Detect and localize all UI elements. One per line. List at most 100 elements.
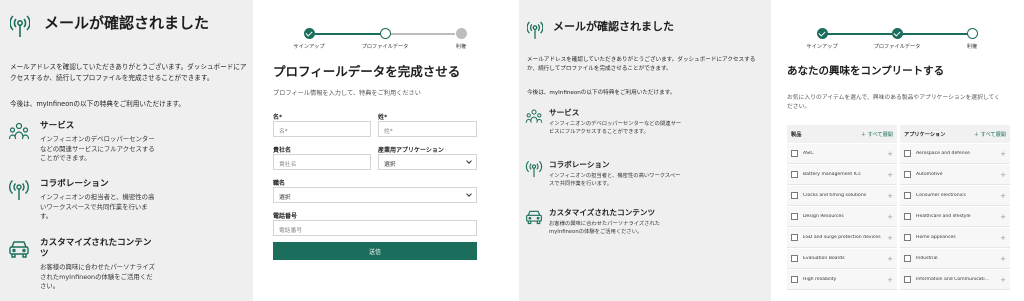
plus-icon[interactable]: + (1000, 192, 1006, 200)
plus-icon[interactable]: + (1000, 255, 1006, 263)
plus-icon[interactable]: + (887, 150, 893, 158)
benefits-column: メールが確認されました メールアドレスを確認していただきありがとうございます。ダ… (0, 0, 252, 301)
checkbox[interactable] (904, 150, 911, 157)
checkbox[interactable] (791, 276, 798, 283)
item-label: ESD and surge protection devices (803, 235, 881, 240)
step-label: プロファイルデータ (361, 44, 409, 50)
plus-icon[interactable]: + (887, 255, 893, 263)
product-item[interactable]: High reliability + (787, 270, 897, 290)
checkbox[interactable] (904, 234, 911, 241)
step-label: サインアップ (806, 44, 838, 50)
checkbox[interactable] (791, 234, 798, 241)
expand-all-applications-button[interactable]: ＋ すべて展開 (974, 131, 1006, 138)
people-icon (525, 109, 543, 123)
checkbox[interactable] (791, 213, 798, 220)
application-item[interactable]: Automotive + (900, 165, 1010, 185)
feature-desc: インフィニオンのデベロッパーセンターなどの関連サービスにフルアクセスすることがで… (40, 135, 155, 162)
item-label: Automotive (916, 172, 943, 177)
application-select-value: 選択 (384, 162, 396, 168)
people-icon (8, 122, 30, 140)
checkbox[interactable] (791, 171, 798, 178)
chevron-down-icon (466, 158, 472, 164)
plus-icon[interactable]: + (887, 171, 893, 179)
step-label: プロファイルデータ (873, 44, 921, 50)
last-name-input[interactable]: 姓* (378, 121, 477, 137)
phone-input[interactable]: 電話番号 (273, 220, 477, 236)
product-item[interactable]: Clocks and timing solutions + (787, 186, 897, 206)
checkbox[interactable] (904, 255, 911, 262)
item-label: Aerospace and defense (916, 151, 970, 156)
step-interests-current (967, 28, 978, 39)
submit-button[interactable]: 送信 (273, 242, 477, 260)
checkbox[interactable] (791, 255, 798, 262)
plus-icon[interactable]: + (1000, 234, 1006, 242)
product-item[interactable]: ESD and surge protection devices + (787, 228, 897, 248)
interests-title: あなたの興味をコンプリートする (787, 65, 945, 77)
application-item[interactable]: Aerospace and defense + (900, 144, 1010, 164)
company-input[interactable]: 貴社名 (273, 154, 371, 170)
interests-card: サインアップ プロファイルデータ 利権 あなたの興味をコンプリートする お気に入… (771, 0, 1024, 301)
plus-icon[interactable]: + (887, 276, 893, 284)
checkbox[interactable] (904, 276, 911, 283)
plus-icon[interactable]: + (1000, 276, 1006, 284)
checkbox[interactable] (904, 192, 911, 199)
company-label: 貴社名 (273, 147, 292, 154)
products-column: 製品 ＋ すべて展開 ASIC + Battery management ICs + C… (787, 125, 897, 290)
product-item[interactable]: Battery management ICs + (787, 165, 897, 185)
item-label: Industrial (916, 256, 938, 261)
feature-desc: お客様の興味に合わせたパーソナライズされたmyInfineonの体験をご活用くだ… (549, 221, 661, 235)
antenna-icon (10, 15, 30, 37)
car-icon (526, 210, 542, 225)
item-label: Evaluation Boards (803, 256, 845, 261)
item-label: Design Resources (803, 214, 844, 219)
step-signup-done (304, 28, 315, 39)
feature-custom-content: カスタマイズされたコンテンツ お客様の興味に合わせたパーソナライズされたmyIn… (525, 208, 685, 236)
item-label: Information and Communicati... (916, 277, 990, 282)
plus-icon[interactable]: + (1000, 150, 1006, 158)
plus-icon[interactable]: + (887, 234, 893, 242)
application-item[interactable]: Industrial + (900, 249, 1010, 269)
page-title: メールが確認されました (44, 14, 210, 32)
feature-desc: インフィニオンの担当者と、機密性の高いワークスペースで共同作業を行います。 (549, 173, 681, 187)
step-profile-done (892, 28, 903, 39)
checkbox[interactable] (904, 171, 911, 178)
profile-form-screen: メールが確認されました メールアドレスを確認していただきありがとうございます。ダ… (0, 0, 505, 301)
item-label: High reliability (803, 277, 837, 282)
page-title: メールが確認されました (553, 20, 674, 33)
products-header: 製品 ＋ すべて展開 (787, 125, 897, 143)
step-connector (385, 33, 455, 35)
plus-icon[interactable]: + (1000, 213, 1006, 221)
plus-icon[interactable]: + (887, 192, 893, 200)
application-item[interactable]: Consumer electronics + (900, 186, 1010, 206)
expand-all-products-button[interactable]: ＋ すべて展開 (861, 131, 893, 138)
application-item[interactable]: Information and Communicati... + (900, 270, 1010, 290)
item-label: Healthcare and lifestyle (916, 214, 971, 219)
plus-icon[interactable]: + (887, 213, 893, 221)
item-label: Battery management ICs (803, 172, 861, 177)
confirmation-header: メールが確認されました (10, 14, 244, 38)
product-item[interactable]: Evaluation Boards + (787, 249, 897, 269)
application-select[interactable]: 選択 (378, 154, 477, 170)
plus-icon[interactable]: + (1000, 171, 1006, 179)
item-label: Clocks and timing solutions (803, 193, 867, 198)
feature-name: コラボレーション (549, 160, 610, 169)
check-icon (305, 28, 313, 37)
product-item[interactable]: ASIC + (787, 144, 897, 164)
job-select[interactable]: 選択 (273, 187, 477, 203)
confirmation-header: メールが確認されました (527, 20, 763, 40)
step-signup-done (817, 28, 828, 39)
checkbox[interactable] (791, 192, 798, 199)
product-item[interactable]: Design Resources + (787, 207, 897, 227)
step-label: 利権 (966, 44, 978, 50)
check-icon (893, 28, 901, 37)
intro-text: メールアドレスを確認していただきありがとうございます。ダッシュボードにアクセスす… (10, 63, 247, 82)
feature-name: コラボレーション (40, 179, 109, 189)
application-item[interactable]: Home appliances + (900, 228, 1010, 248)
job-label: 職名 (273, 180, 286, 187)
interests-table: 製品 ＋ すべて展開 ASIC + Battery management ICs + C… (787, 125, 1012, 301)
first-name-input[interactable]: 名* (273, 121, 371, 137)
application-item[interactable]: Healthcare and lifestyle + (900, 207, 1010, 227)
checkbox[interactable] (791, 150, 798, 157)
step-connector (822, 33, 896, 35)
checkbox[interactable] (904, 213, 911, 220)
